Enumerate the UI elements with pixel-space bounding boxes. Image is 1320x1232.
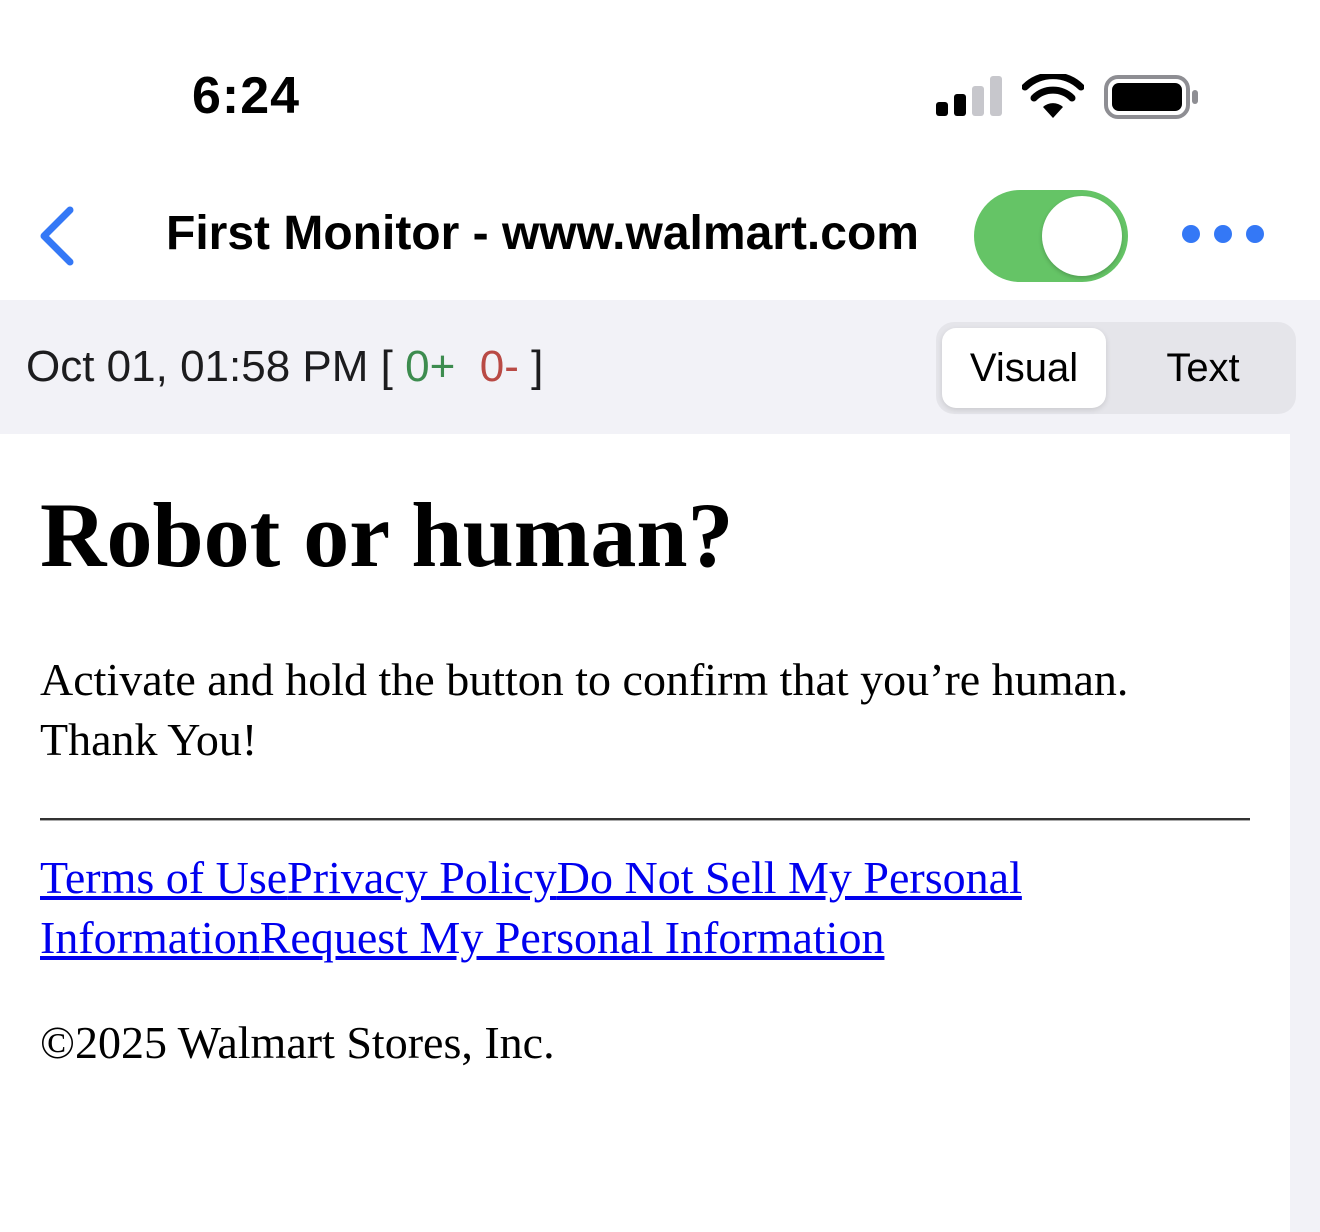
close-bracket: ] (531, 342, 544, 391)
monitor-title: First Monitor - www.walmart.com (166, 207, 919, 260)
status-time: 6:24 (192, 67, 301, 125)
copyright: ©2025 Walmart Stores, Inc. (40, 1017, 555, 1068)
terms-of-use-link[interactable]: Terms of Use (40, 852, 287, 903)
removed-count: 0- (479, 342, 519, 391)
view-mode-segmented-control: Visual Text (936, 322, 1296, 414)
navigation-bar: First Monitor - www.walmart.com (0, 180, 1320, 300)
request-info-link[interactable]: Request My Personal Information (260, 912, 885, 963)
thank-you-line: Thank You! (40, 714, 258, 765)
view-mode-visual[interactable]: Visual (942, 328, 1106, 408)
back-chevron-icon[interactable] (30, 204, 90, 268)
cellular-signal-icon (936, 76, 1002, 116)
more-ellipsis-icon[interactable] (1178, 216, 1268, 252)
divider (40, 818, 1250, 821)
page-heading: Robot or human? (40, 484, 734, 586)
open-bracket: [ (380, 342, 393, 391)
snapshot-bar: Oct 01, 01:58 PM [ 0+ 0- ] Visual Text (0, 300, 1320, 434)
view-mode-text[interactable]: Text (1116, 328, 1290, 408)
footer-links: Terms of UsePrivacy PolicyDo Not Sell My… (40, 848, 1140, 968)
battery-icon (1104, 75, 1198, 119)
snapshot-info: Oct 01, 01:58 PM [ 0+ 0- ] (26, 342, 543, 392)
added-count: 0+ (405, 342, 456, 391)
wifi-icon (1022, 74, 1084, 118)
monitor-toggle[interactable] (974, 190, 1128, 282)
page-instructions: Activate and hold the button to confirm … (40, 650, 1260, 770)
snapshot-timestamp: Oct 01, 01:58 PM (26, 342, 369, 391)
toggle-knob (1042, 196, 1122, 276)
instruction-line: Activate and hold the button to confirm … (40, 654, 1129, 705)
right-gutter (1290, 434, 1320, 1232)
captured-page: Robot or human? Activate and hold the bu… (0, 434, 1290, 1232)
status-bar: 6:24 (0, 0, 1320, 180)
privacy-policy-link[interactable]: Privacy Policy (287, 852, 557, 903)
